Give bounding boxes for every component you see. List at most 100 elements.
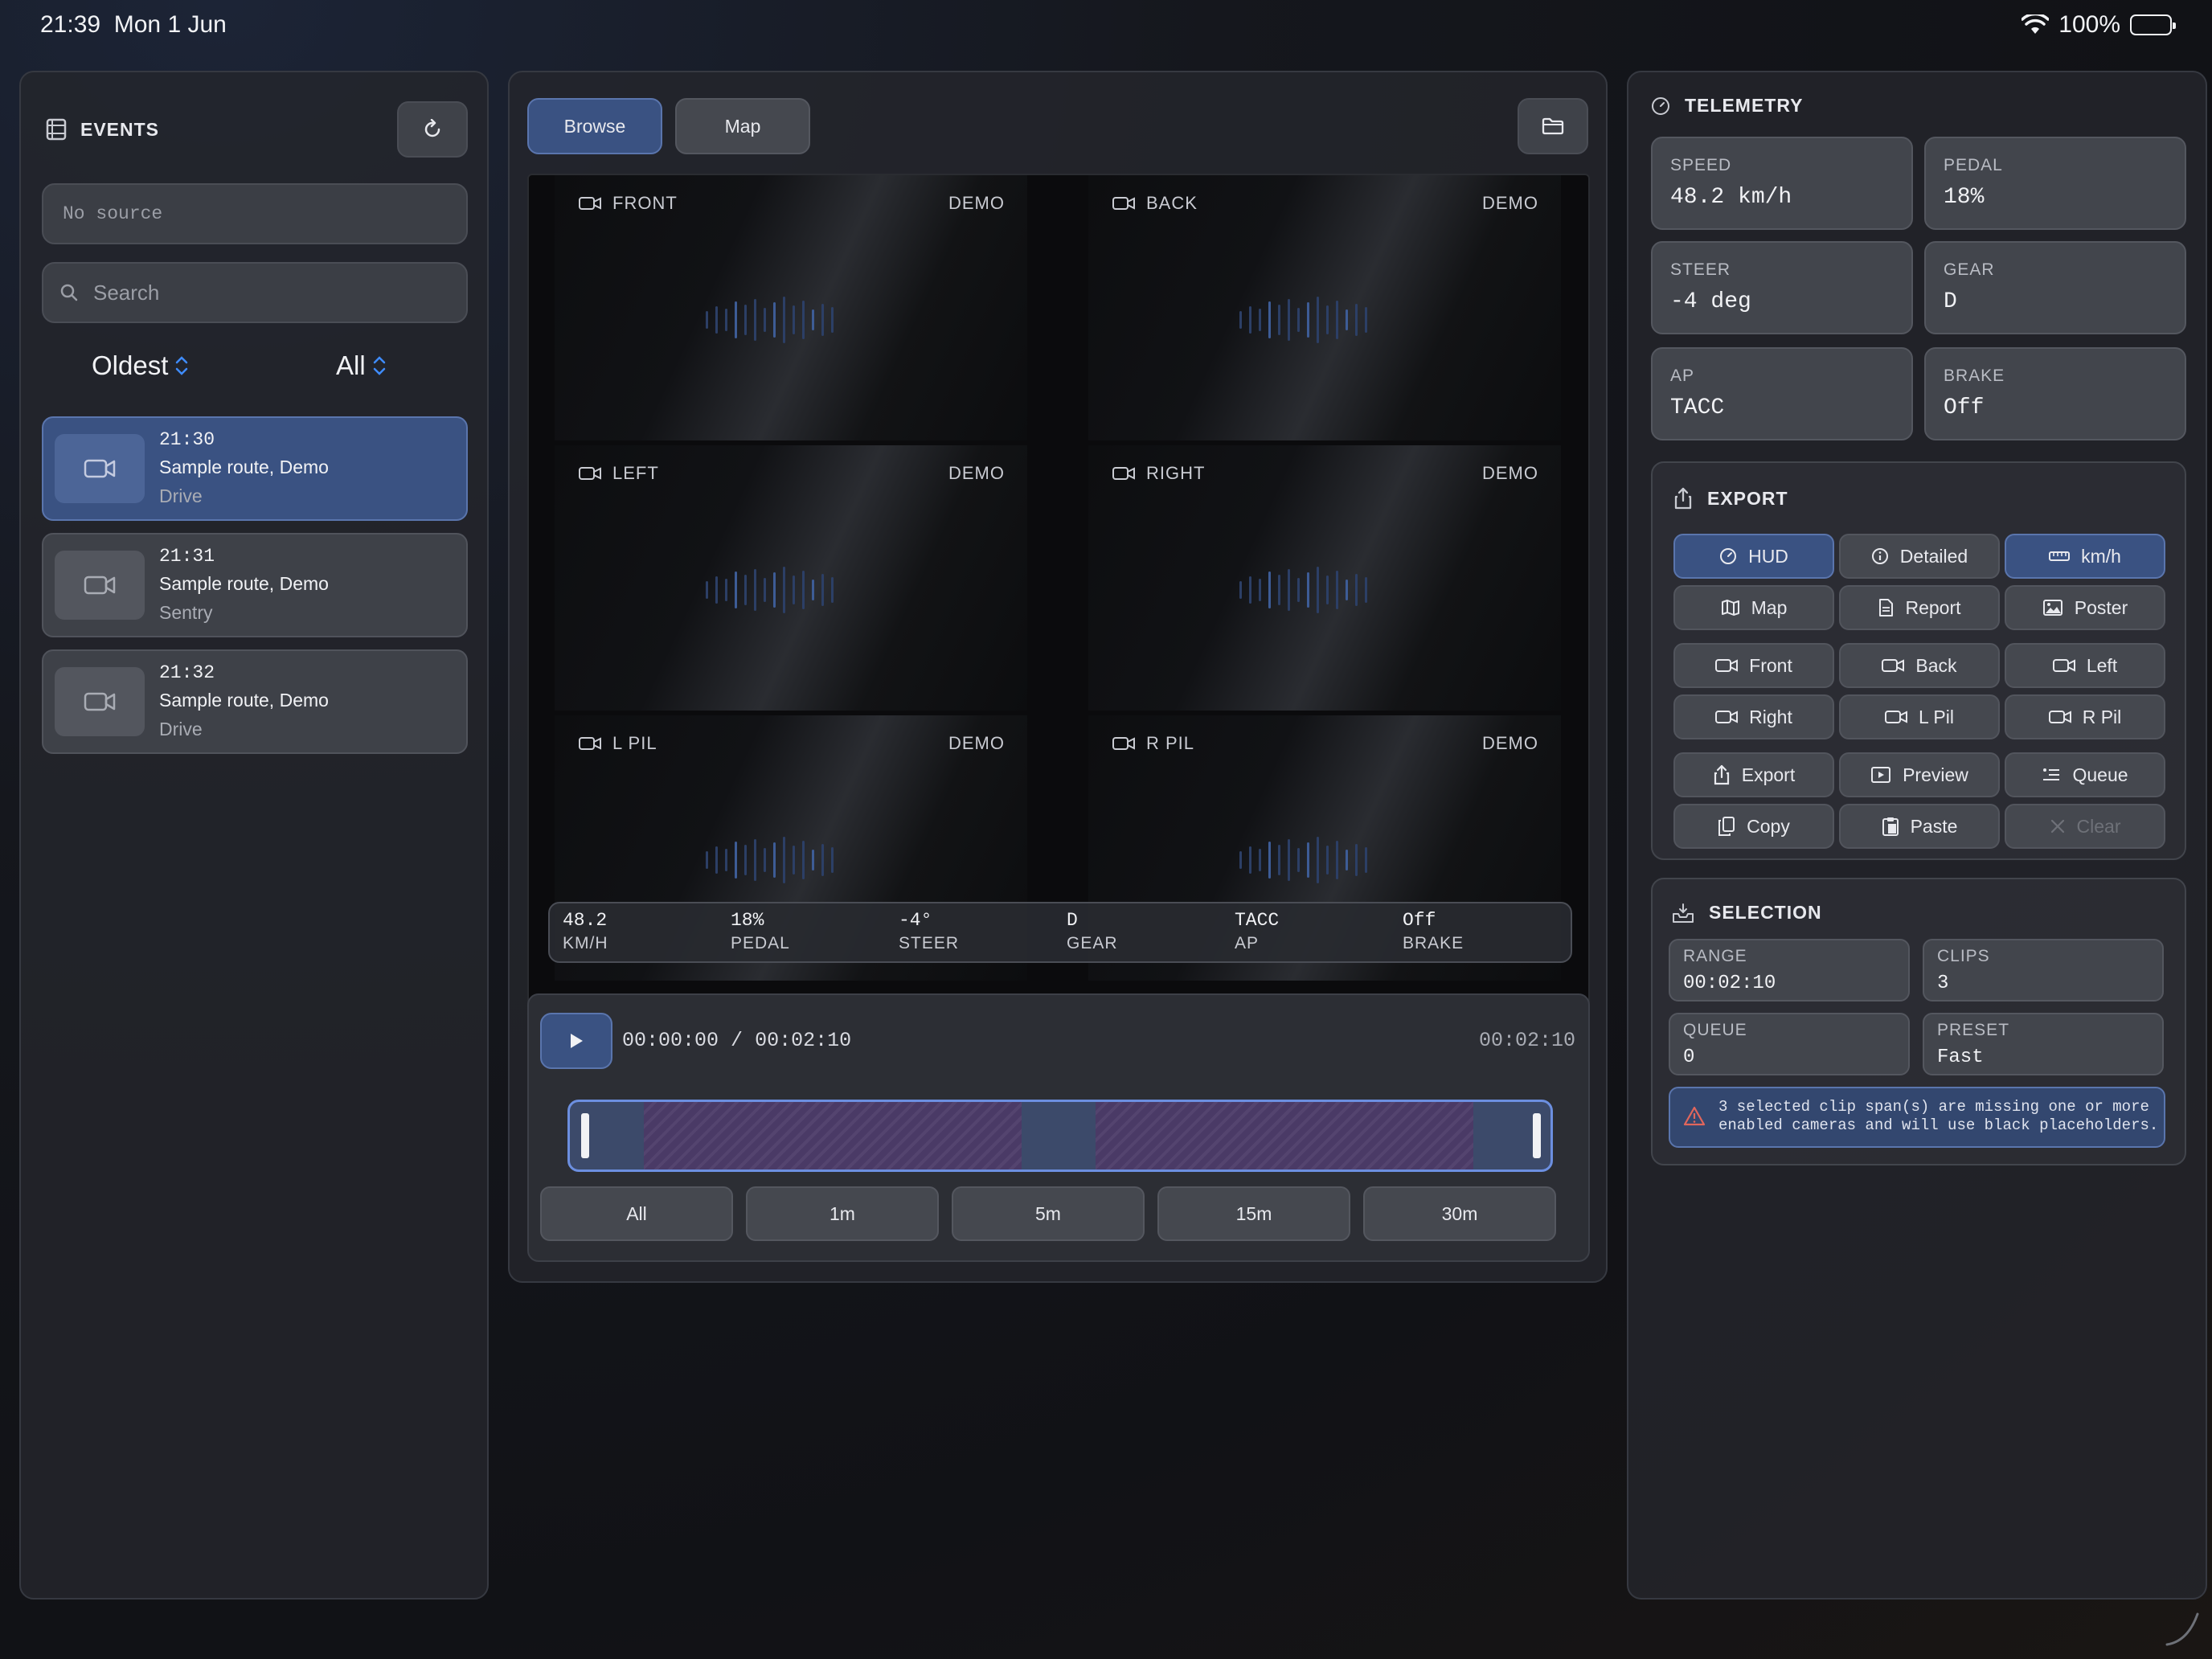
front-camera-toggle[interactable]: Front	[1673, 643, 1834, 688]
filter-select[interactable]: All	[336, 350, 387, 381]
map-toggle-button[interactable]: Map	[1673, 585, 1834, 630]
close-icon	[2050, 818, 2066, 834]
camera-label: L PIL	[579, 733, 657, 754]
event-item[interactable]: 21:30 Sample route, Demo Drive	[42, 416, 468, 521]
camera-label: FRONT	[579, 193, 678, 214]
search-field[interactable]: Search	[42, 262, 468, 323]
camera-label: LEFT	[579, 463, 659, 484]
tray-icon	[1672, 903, 1694, 924]
video-camera-icon	[1885, 709, 1908, 725]
camera-tag: DEMO	[948, 193, 1005, 213]
waveform-placeholder	[1239, 836, 1408, 884]
hud-gear: D GEAR	[1067, 910, 1118, 952]
warning-triangle-icon	[1683, 1106, 1706, 1127]
video-camera-icon	[1112, 465, 1135, 481]
units-toggle-button[interactable]: km/h	[2005, 534, 2165, 579]
poster-toggle-button[interactable]: Poster	[2005, 585, 2165, 630]
hud-brake: Off BRAKE	[1403, 910, 1464, 952]
copy-button[interactable]: Copy	[1673, 804, 1834, 849]
open-folder-button[interactable]	[1518, 98, 1588, 154]
camera-view-left[interactable]: LEFT DEMO	[555, 445, 1027, 711]
range-1m-button[interactable]: 1m	[746, 1186, 939, 1241]
export-button[interactable]: Export	[1673, 752, 1834, 797]
video-camera-icon	[579, 465, 601, 481]
event-item[interactable]: 21:32 Sample route, Demo Drive	[42, 649, 468, 754]
map-icon	[1721, 599, 1740, 616]
camera-tag: DEMO	[1482, 733, 1538, 753]
viewer-panel: Browse Map FRONT DEMO BACK DEMO LEFT DEM…	[508, 71, 1608, 1283]
hud-autopilot: TACC AP	[1235, 910, 1280, 952]
range-30m-button[interactable]: 30m	[1363, 1186, 1556, 1241]
clip-segment	[1096, 1102, 1473, 1169]
preview-button[interactable]: Preview	[1839, 752, 2000, 797]
video-thumbnail	[55, 667, 145, 736]
paste-button[interactable]: Paste	[1839, 804, 2000, 849]
source-field[interactable]: No source	[42, 183, 468, 244]
info-icon	[1871, 547, 1889, 565]
ruler-icon	[2049, 550, 2071, 563]
event-type: Sentry	[159, 602, 213, 623]
right-camera-toggle[interactable]: Right	[1673, 694, 1834, 739]
event-title: Sample route, Demo	[159, 573, 329, 594]
copy-icon	[1718, 816, 1735, 837]
camera-view-right[interactable]: RIGHT DEMO	[1088, 445, 1561, 711]
telemetry-gear: GEAR D	[1924, 241, 2186, 334]
battery-icon	[2130, 14, 2176, 35]
event-item[interactable]: 21:31 Sample route, Demo Sentry	[42, 533, 468, 637]
camera-label: BACK	[1112, 193, 1198, 214]
selection-header: SELECTION	[1672, 902, 1822, 924]
film-icon	[45, 117, 68, 141]
video-camera-icon	[1715, 657, 1739, 674]
telemetry-header: TELEMETRY	[1651, 95, 1803, 117]
image-icon	[2042, 599, 2063, 616]
missing-cameras-warning: 3 selected clip span(s) are missing one …	[1669, 1087, 2165, 1148]
selection-range: RANGE 00:02:10	[1669, 939, 1910, 1002]
tab-map[interactable]: Map	[675, 98, 810, 154]
player-controls: 00:00:00 / 00:02:10 00:02:10 All 1m 5m 1…	[527, 993, 1590, 1262]
queue-button[interactable]: Queue	[2005, 752, 2165, 797]
hud-toggle-button[interactable]: HUD	[1673, 534, 1834, 579]
camera-tag: DEMO	[1482, 193, 1538, 213]
share-icon	[1713, 764, 1731, 785]
video-camera-icon	[84, 574, 116, 596]
event-title: Sample route, Demo	[159, 457, 329, 477]
back-camera-toggle[interactable]: Back	[1839, 643, 2000, 688]
event-time: 21:30	[159, 429, 215, 450]
detailed-toggle-button[interactable]: Detailed	[1839, 534, 2000, 579]
camera-view-back[interactable]: BACK DEMO	[1088, 175, 1561, 440]
range-15m-button[interactable]: 15m	[1157, 1186, 1350, 1241]
video-camera-icon	[1112, 195, 1135, 211]
range-start-handle[interactable]	[581, 1113, 589, 1158]
play-icon	[568, 1032, 584, 1050]
camera-view-front[interactable]: FRONT DEMO	[555, 175, 1027, 440]
filter-value: All	[336, 350, 366, 380]
timeline-scrubber[interactable]	[567, 1100, 1553, 1172]
gauge-icon	[1719, 547, 1737, 565]
left-camera-toggle[interactable]: Left	[2005, 643, 2165, 688]
left-pillar-camera-toggle[interactable]: L Pil	[1839, 694, 2000, 739]
range-5m-button[interactable]: 5m	[952, 1186, 1145, 1241]
clear-button[interactable]: Clear	[2005, 804, 2165, 849]
tab-browse[interactable]: Browse	[527, 98, 662, 154]
waveform-placeholder	[706, 296, 875, 344]
camera-tag: DEMO	[948, 733, 1005, 753]
chevron-updown-icon	[174, 354, 189, 378]
right-pillar-camera-toggle[interactable]: R Pil	[2005, 694, 2165, 739]
search-icon	[59, 283, 79, 302]
hud-steer: -4° STEER	[899, 910, 960, 952]
gauge-icon	[1651, 96, 1670, 116]
refresh-icon	[422, 119, 443, 140]
telemetry-brake: BRAKE Off	[1924, 347, 2186, 440]
search-placeholder: Search	[93, 280, 160, 305]
chevron-updown-icon	[372, 354, 387, 378]
range-end-handle[interactable]	[1533, 1113, 1541, 1158]
report-toggle-button[interactable]: Report	[1839, 585, 2000, 630]
events-panel: EVENTS No source Search Oldest All 21:30…	[19, 71, 489, 1600]
details-panel: TELEMETRY SPEED 48.2 km/h PEDAL 18% STEER -…	[1627, 71, 2207, 1600]
range-all-button[interactable]: All	[540, 1186, 733, 1241]
play-button[interactable]	[540, 1013, 612, 1069]
refresh-button[interactable]	[397, 101, 468, 158]
sort-order-select[interactable]: Oldest	[92, 350, 189, 381]
duration-label: 00:02:10	[1478, 1029, 1575, 1052]
telemetry-autopilot: AP TACC	[1651, 347, 1913, 440]
